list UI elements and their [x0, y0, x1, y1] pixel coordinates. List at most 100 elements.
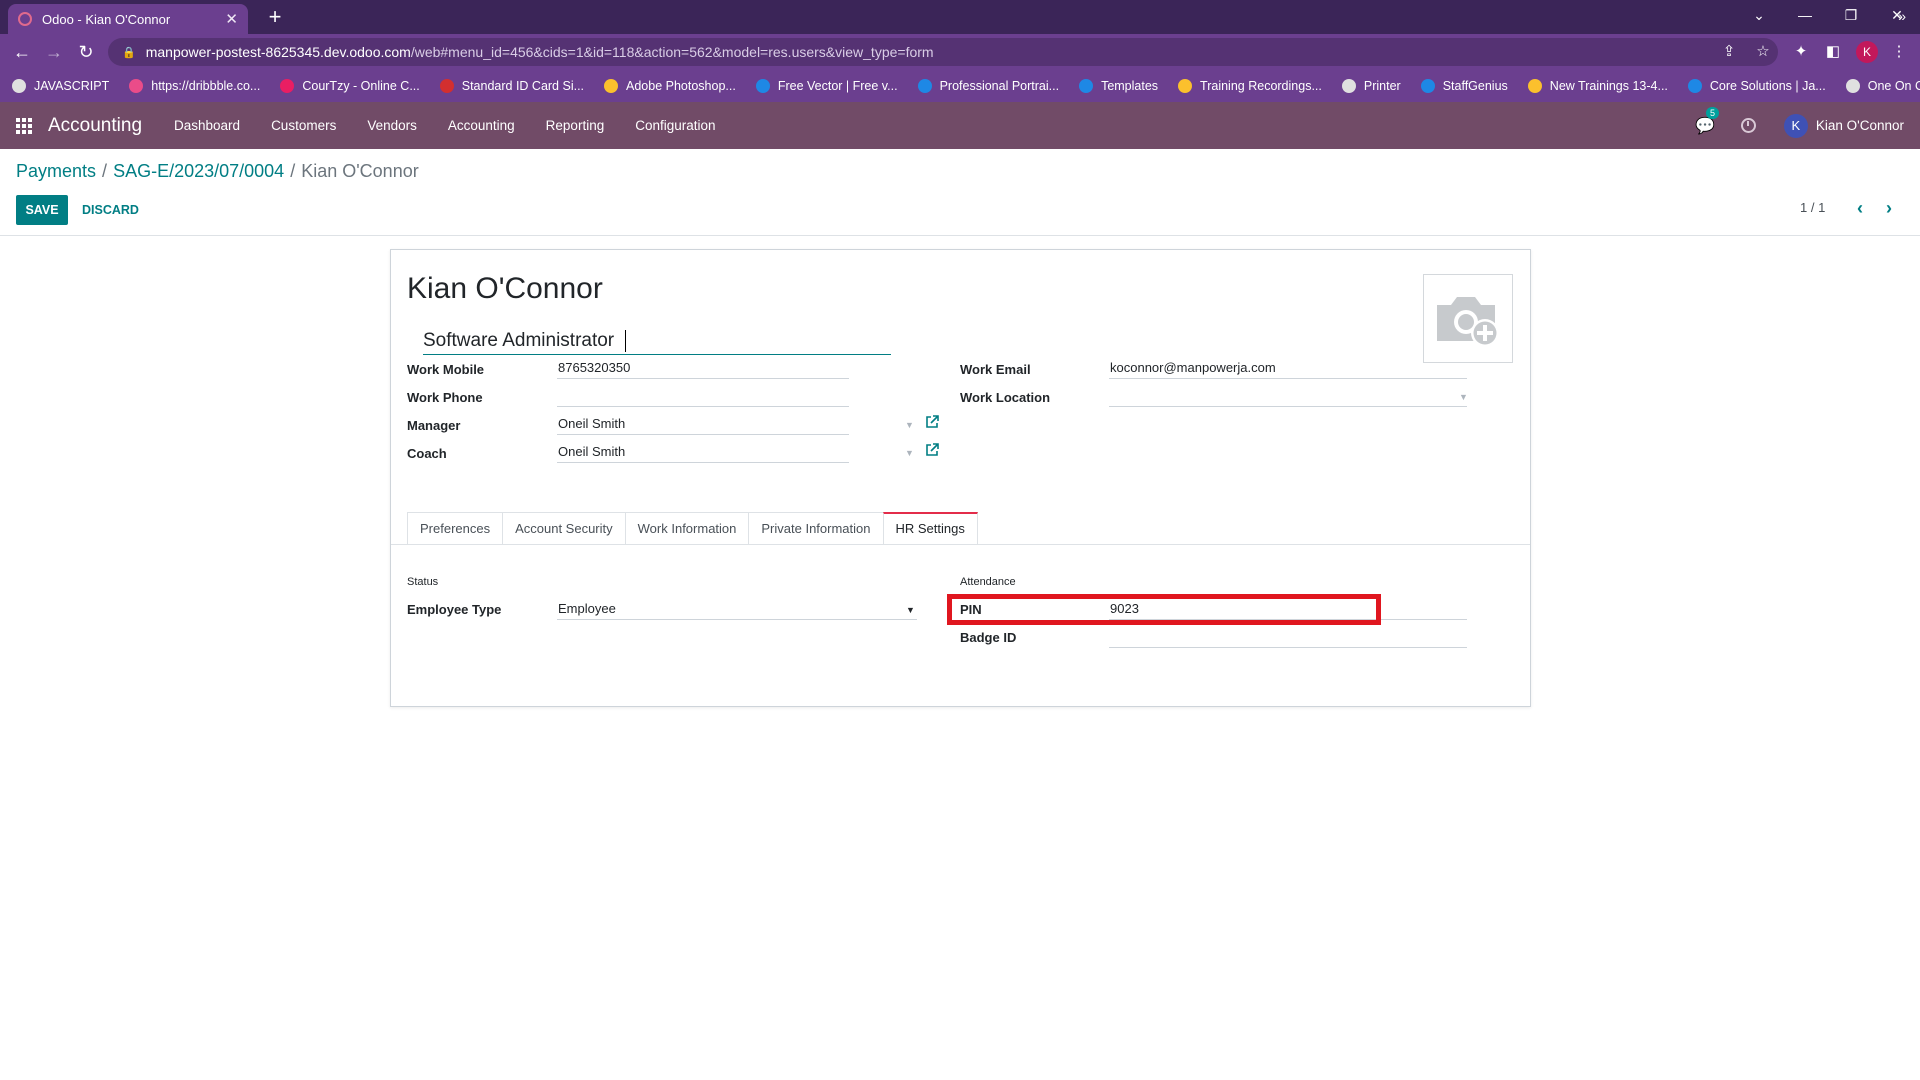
job-title-input[interactable] [423, 328, 891, 355]
odoo-favicon-icon [18, 12, 32, 26]
breadcrumb-payment-record[interactable]: SAG-E/2023/07/0004 [113, 161, 284, 181]
work-phone-label: Work Phone [407, 390, 483, 405]
work-phone-input[interactable] [557, 385, 849, 407]
form-notebook-tabs: Preferences Account Security Work Inform… [407, 512, 978, 545]
work-mobile-input[interactable] [557, 357, 849, 379]
back-arrow-icon[interactable]: ← [10, 41, 34, 63]
reload-icon[interactable]: ↻ [74, 41, 98, 63]
bookmark-favicon-icon [12, 79, 26, 93]
work-email-input[interactable] [1109, 357, 1467, 379]
coach-select[interactable] [557, 441, 849, 463]
coach-dropdown-icon[interactable]: ▼ [905, 448, 914, 458]
minimize-window-icon[interactable]: — [1782, 0, 1828, 30]
pager-next-icon[interactable]: › [1876, 195, 1902, 221]
pager-previous-icon[interactable]: ‹ [1847, 195, 1873, 221]
bookmark-item[interactable]: Core Solutions | Ja... [1687, 79, 1826, 93]
chat-icon[interactable]: 💬 5 [1695, 106, 1719, 136]
browser-tab-active[interactable]: Odoo - Kian O'Connor ✕ [8, 4, 248, 34]
badge-id-input[interactable] [1109, 626, 1467, 648]
text-cursor [625, 330, 626, 352]
bookmark-label: Standard ID Card Si... [461, 79, 585, 93]
bookmark-item[interactable]: https://dribbble.co... [129, 79, 260, 93]
app-grid-icon[interactable] [16, 117, 32, 134]
extensions-icon[interactable]: ✦ [1790, 42, 1812, 62]
tab-private-information[interactable]: Private Information [748, 512, 883, 545]
bookmark-favicon-icon [1178, 79, 1193, 93]
bookmark-star-icon[interactable]: ☆ [1752, 42, 1774, 62]
menu-reporting[interactable]: Reporting [546, 118, 605, 133]
bookmark-item[interactable]: Professional Portrai... [917, 79, 1060, 93]
pager-value[interactable]: 1 / 1 [1800, 200, 1825, 215]
app-name[interactable]: Accounting [48, 115, 142, 137]
work-email-label: Work Email [960, 362, 1031, 377]
bookmark-label: CourTzy - Online C... [302, 79, 420, 93]
employee-type-label: Employee Type [407, 602, 502, 617]
browser-toolbar: ← → ↻ 🔒 manpower-postest-8625345.dev.odo… [0, 34, 1920, 70]
restore-window-icon[interactable]: ❐ [1828, 0, 1874, 30]
bookmark-item[interactable]: StaffGenius [1420, 79, 1508, 93]
browser-menu-icon[interactable]: ⋮ [1888, 42, 1910, 62]
pin-highlight-box [947, 594, 1381, 625]
bookmark-item[interactable]: Templates [1079, 79, 1158, 93]
bookmark-label: Templates [1101, 79, 1159, 93]
tab-account-security[interactable]: Account Security [502, 512, 625, 545]
activity-clock-icon[interactable] [1740, 118, 1756, 133]
bookmark-label: Printer [1363, 79, 1401, 93]
discard-button[interactable]: DISCARD [76, 195, 145, 225]
menu-dashboard[interactable]: Dashboard [174, 118, 240, 133]
manager-dropdown-icon[interactable]: ▼ [905, 420, 914, 430]
manager-external-link-icon[interactable] [924, 414, 940, 430]
address-bar[interactable]: 🔒 manpower-postest-8625345.dev.odoo.com /… [108, 38, 1778, 66]
status-group-title: Status [407, 576, 439, 588]
bookmark-label: StaffGenius [1442, 79, 1508, 93]
manager-select[interactable] [557, 413, 849, 435]
bookmark-item[interactable]: CourTzy - Online C... [280, 79, 420, 93]
side-panel-icon[interactable]: ◧ [1822, 42, 1844, 62]
employee-type-dropdown-icon[interactable]: ▼ [906, 605, 915, 615]
bookmarks-overflow-icon[interactable]: » [1898, 8, 1906, 24]
menu-vendors[interactable]: Vendors [367, 118, 417, 133]
work-location-dropdown-icon[interactable]: ▼ [1459, 392, 1468, 402]
bookmark-item[interactable]: Adobe Photoshop... [604, 79, 736, 93]
bookmark-item[interactable]: Free Vector | Free v... [755, 79, 898, 93]
breadcrumb-current: Kian O'Connor [301, 161, 419, 181]
close-window-icon[interactable]: ✕ [1874, 0, 1920, 30]
employee-name[interactable]: Kian O'Connor [407, 272, 603, 306]
photo-upload-button[interactable] [1423, 274, 1513, 363]
breadcrumb-payments[interactable]: Payments [16, 161, 96, 181]
menu-configuration[interactable]: Configuration [635, 118, 715, 133]
work-mobile-label: Work Mobile [407, 362, 485, 377]
browser-profile-avatar[interactable]: K [1856, 41, 1878, 63]
menu-accounting[interactable]: Accounting [448, 118, 515, 133]
new-tab-button[interactable]: + [262, 4, 288, 30]
odoo-main-navbar: Accounting Dashboard Customers Vendors A… [0, 102, 1920, 149]
employee-type-select[interactable] [557, 598, 917, 620]
coach-external-link-icon[interactable] [924, 442, 940, 458]
url-host: manpower-postest-8625345.dev.odoo.com [145, 44, 411, 60]
tab-preferences[interactable]: Preferences [407, 512, 503, 545]
manager-label: Manager [407, 418, 461, 433]
bookmark-item[interactable]: JAVASCRIPT [12, 79, 109, 93]
tab-search-icon[interactable]: ⌄ [1736, 0, 1782, 30]
bookmark-label: Professional Portrai... [939, 79, 1060, 93]
bookmark-item[interactable]: Standard ID Card Si... [439, 79, 585, 93]
tab-close-icon[interactable]: ✕ [225, 10, 238, 28]
save-button[interactable]: SAVE [16, 195, 68, 225]
menu-customers[interactable]: Customers [271, 118, 336, 133]
share-icon[interactable]: ⇪ [1718, 42, 1740, 62]
tab-hr-settings[interactable]: HR Settings [882, 512, 978, 545]
bookmark-item[interactable]: Printer [1341, 79, 1401, 93]
browser-tab-strip: Odoo - Kian O'Connor ✕ + ⌄ — ❐ ✕ [0, 0, 1920, 34]
bookmark-favicon-icon [1420, 79, 1435, 93]
forward-arrow-icon[interactable]: → [42, 41, 66, 63]
coach-label: Coach [407, 446, 447, 461]
breadcrumb-separator: / [102, 161, 108, 181]
tab-work-information[interactable]: Work Information [624, 512, 749, 545]
bookmark-item[interactable]: One On One LMS O... [1845, 79, 1920, 93]
work-location-select[interactable] [1109, 385, 1467, 407]
bookmark-item[interactable]: Training Recordings... [1178, 79, 1322, 93]
user-name[interactable]: Kian O'Connor [1816, 118, 1904, 133]
bookmark-item[interactable]: New Trainings 13-4... [1527, 79, 1668, 93]
user-avatar[interactable]: K [1783, 113, 1808, 138]
bookmark-favicon-icon [1079, 79, 1094, 93]
